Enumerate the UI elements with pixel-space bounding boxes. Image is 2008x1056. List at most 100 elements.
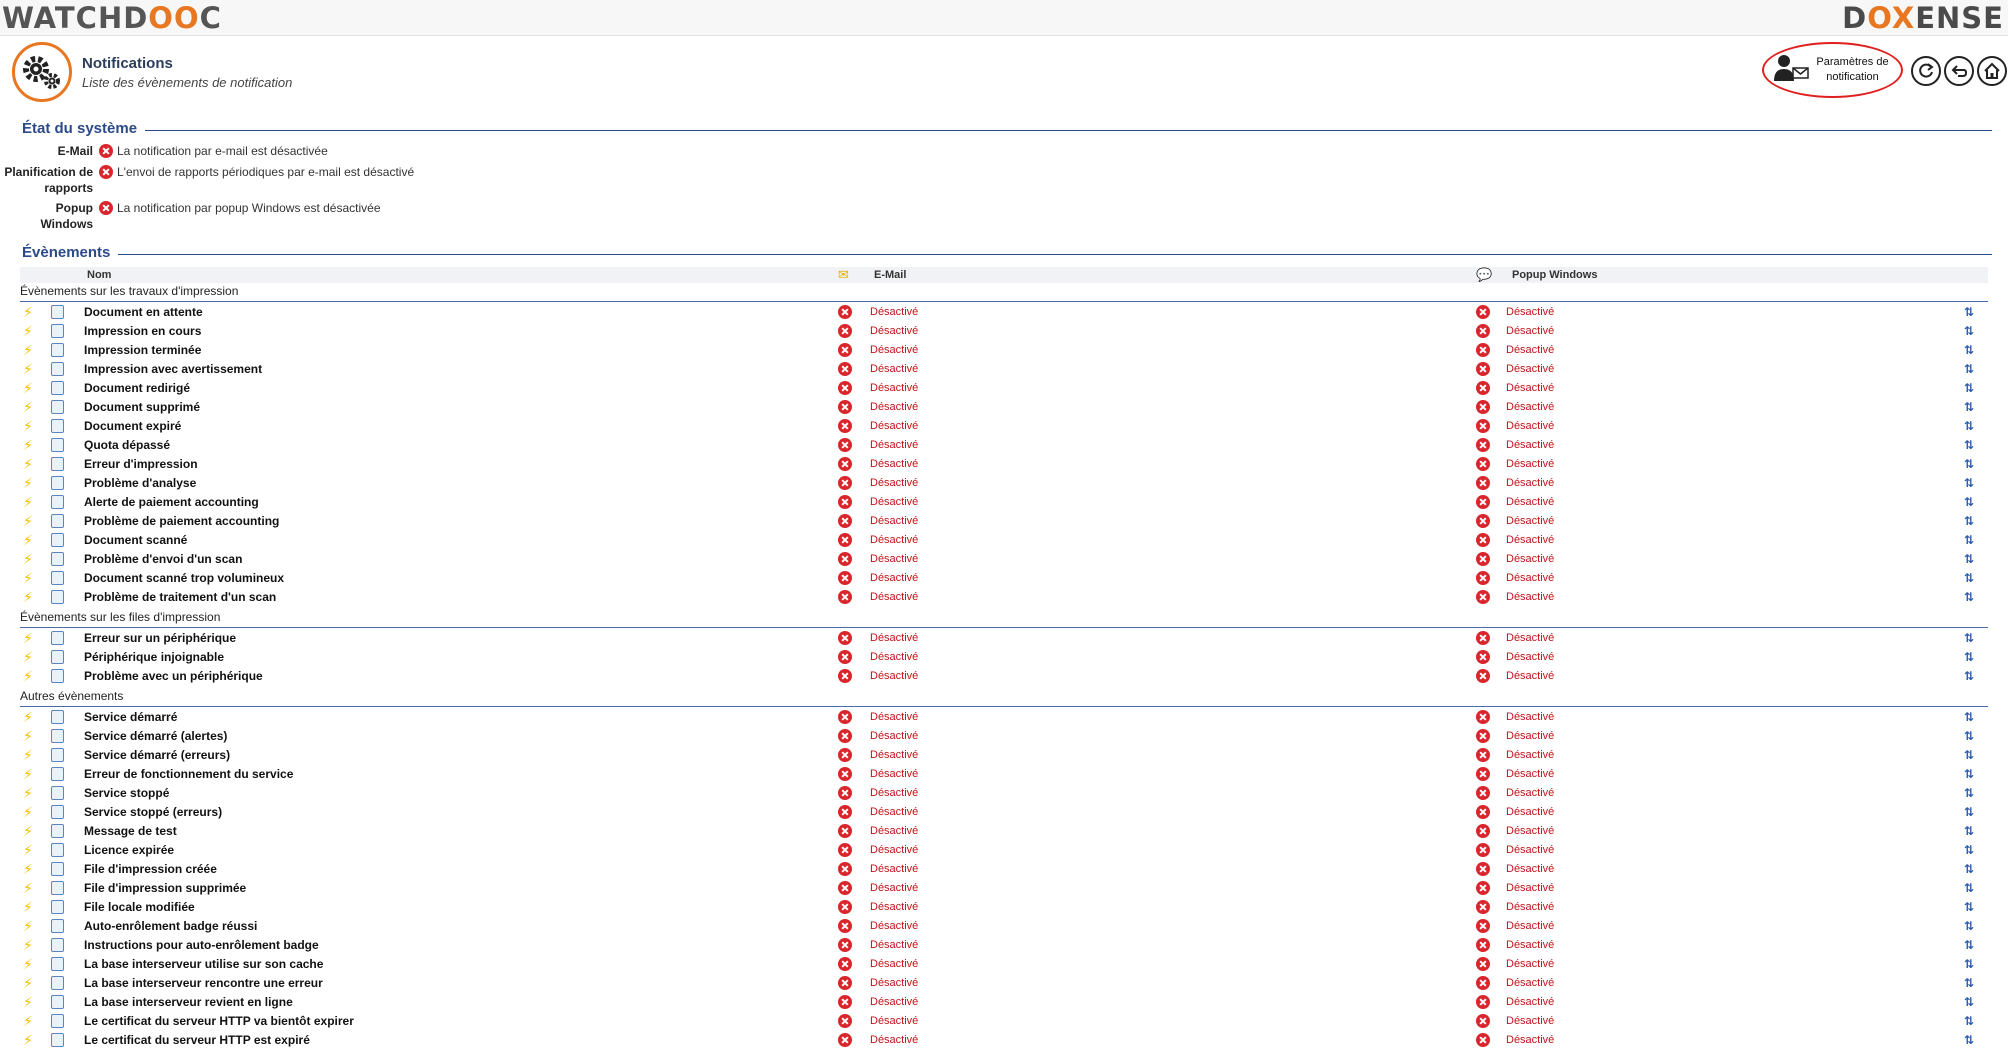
email-status[interactable]: Désactivé — [870, 651, 918, 663]
configure-icon[interactable]: ⇅ — [1964, 552, 1974, 566]
event-name[interactable]: Impression en cours — [84, 324, 201, 338]
email-status[interactable]: Désactivé — [870, 477, 918, 489]
configure-icon[interactable]: ⇅ — [1964, 343, 1974, 357]
configure-icon[interactable]: ⇅ — [1964, 457, 1974, 471]
configure-icon[interactable]: ⇅ — [1964, 729, 1974, 743]
event-name[interactable]: Erreur d'impression — [84, 457, 198, 471]
event-name[interactable]: Instructions pour auto-enrôlement badge — [84, 938, 319, 952]
email-status[interactable]: Désactivé — [870, 825, 918, 837]
popup-status[interactable]: Désactivé — [1506, 958, 1554, 970]
email-status[interactable]: Désactivé — [870, 996, 918, 1008]
event-name[interactable]: La base interserveur rencontre une erreu… — [84, 976, 323, 990]
event-name[interactable]: Document redirigé — [84, 381, 190, 395]
popup-status[interactable]: Désactivé — [1506, 749, 1554, 761]
configure-icon[interactable]: ⇅ — [1964, 650, 1974, 664]
event-row[interactable]: ⚡ Problème d'envoi d'un scan Désactivé Désa… — [20, 550, 1988, 569]
configure-icon[interactable]: ⇅ — [1964, 862, 1974, 876]
configure-icon[interactable]: ⇅ — [1964, 1033, 1974, 1047]
email-status[interactable]: Désactivé — [870, 882, 918, 894]
event-name[interactable]: Problème d'envoi d'un scan — [84, 552, 242, 566]
configure-icon[interactable]: ⇅ — [1964, 957, 1974, 971]
popup-status[interactable]: Désactivé — [1506, 306, 1554, 318]
event-row[interactable]: ⚡ Problème de traitement d'un scan Désacti… — [20, 588, 1988, 607]
email-status[interactable]: Désactivé — [870, 553, 918, 565]
event-row[interactable]: ⚡ Message de test Désactivé Désactivé ⇅ — [20, 822, 1988, 841]
popup-status[interactable]: Désactivé — [1506, 977, 1554, 989]
event-row[interactable]: ⚡ Document expiré Désactivé Désactivé ⇅ — [20, 417, 1988, 436]
event-row[interactable]: ⚡ File d'impression supprimée Désactivé Dés… — [20, 879, 1988, 898]
popup-status[interactable]: Désactivé — [1506, 844, 1554, 856]
popup-status[interactable]: Désactivé — [1506, 901, 1554, 913]
configure-icon[interactable]: ⇅ — [1964, 495, 1974, 509]
event-name[interactable]: Problème avec un périphérique — [84, 669, 263, 683]
popup-status[interactable]: Désactivé — [1506, 534, 1554, 546]
event-row[interactable]: ⚡ Instructions pour auto-enrôlement badge… — [20, 936, 1988, 955]
event-row[interactable]: ⚡ Document redirigé Désactivé Désactivé ⇅ — [20, 379, 1988, 398]
configure-icon[interactable]: ⇅ — [1964, 919, 1974, 933]
event-name[interactable]: Quota dépassé — [84, 438, 170, 452]
configure-icon[interactable]: ⇅ — [1964, 669, 1974, 683]
configure-icon[interactable]: ⇅ — [1964, 710, 1974, 724]
back-button[interactable] — [1944, 56, 1974, 86]
event-row[interactable]: ⚡ Document scanné Désactivé Désactivé ⇅ — [20, 531, 1988, 550]
event-name[interactable]: Service démarré (alertes) — [84, 729, 227, 743]
configure-icon[interactable]: ⇅ — [1964, 767, 1974, 781]
home-button[interactable] — [1977, 56, 2007, 86]
email-status[interactable]: Désactivé — [870, 863, 918, 875]
configure-icon[interactable]: ⇅ — [1964, 476, 1974, 490]
configure-icon[interactable]: ⇅ — [1964, 805, 1974, 819]
event-row[interactable]: ⚡ Problème avec un périphérique Désactivé D… — [20, 667, 1988, 686]
event-name[interactable]: Le certificat du serveur HTTP est expiré — [84, 1033, 310, 1047]
event-row[interactable]: ⚡ Erreur de fonctionnement du service Désa… — [20, 765, 1988, 784]
popup-status[interactable]: Désactivé — [1506, 730, 1554, 742]
event-row[interactable]: ⚡ La base interserveur rencontre une erre… — [20, 974, 1988, 993]
configure-icon[interactable]: ⇅ — [1964, 590, 1974, 604]
event-row[interactable]: ⚡ Problème d'analyse Désactivé Désactivé ⇅ — [20, 474, 1988, 493]
event-name[interactable]: Service stoppé (erreurs) — [84, 805, 222, 819]
email-status[interactable]: Désactivé — [870, 920, 918, 932]
popup-status[interactable]: Désactivé — [1506, 401, 1554, 413]
event-name[interactable]: Document supprimé — [84, 400, 200, 414]
configure-icon[interactable]: ⇅ — [1964, 786, 1974, 800]
event-row[interactable]: ⚡ Service stoppé Désactivé Désactivé ⇅ — [20, 784, 1988, 803]
event-name[interactable]: Problème de traitement d'un scan — [84, 590, 276, 604]
event-name[interactable]: Le certificat du serveur HTTP va bientôt… — [84, 1014, 354, 1028]
popup-status[interactable]: Désactivé — [1506, 572, 1554, 584]
configure-icon[interactable]: ⇅ — [1964, 900, 1974, 914]
event-name[interactable]: Erreur de fonctionnement du service — [84, 767, 293, 781]
event-row[interactable]: ⚡ Document en attente Désactivé Désactivé ⇅ — [20, 303, 1988, 322]
event-name[interactable]: Erreur sur un périphérique — [84, 631, 236, 645]
configure-icon[interactable]: ⇅ — [1964, 362, 1974, 376]
popup-status[interactable]: Désactivé — [1506, 325, 1554, 337]
email-status[interactable]: Désactivé — [870, 806, 918, 818]
event-row[interactable]: ⚡ Document supprimé Désactivé Désactivé ⇅ — [20, 398, 1988, 417]
popup-status[interactable]: Désactivé — [1506, 768, 1554, 780]
email-status[interactable]: Désactivé — [870, 363, 918, 375]
popup-status[interactable]: Désactivé — [1506, 515, 1554, 527]
event-name[interactable]: Service démarré (erreurs) — [84, 748, 230, 762]
email-status[interactable]: Désactivé — [870, 711, 918, 723]
email-status[interactable]: Désactivé — [870, 572, 918, 584]
event-name[interactable]: Message de test — [84, 824, 177, 838]
email-status[interactable]: Désactivé — [870, 977, 918, 989]
event-row[interactable]: ⚡ Le certificat du serveur HTTP va bientô… — [20, 1012, 1988, 1031]
popup-status[interactable]: Désactivé — [1506, 363, 1554, 375]
event-row[interactable]: ⚡ Impression avec avertissement Désactivé D… — [20, 360, 1988, 379]
configure-icon[interactable]: ⇅ — [1964, 533, 1974, 547]
event-name[interactable]: Impression avec avertissement — [84, 362, 262, 376]
popup-status[interactable]: Désactivé — [1506, 806, 1554, 818]
event-row[interactable]: ⚡ File d'impression créée Désactivé Désacti… — [20, 860, 1988, 879]
event-name[interactable]: Problème de paiement accounting — [84, 514, 279, 528]
popup-status[interactable]: Désactivé — [1506, 344, 1554, 356]
event-name[interactable]: Alerte de paiement accounting — [84, 495, 259, 509]
event-name[interactable]: La base interserveur utilise sur son cac… — [84, 957, 323, 971]
email-status[interactable]: Désactivé — [870, 439, 918, 451]
event-row[interactable]: ⚡ Service stoppé (erreurs) Désactivé Désact… — [20, 803, 1988, 822]
event-row[interactable]: ⚡ Licence expirée Désactivé Désactivé ⇅ — [20, 841, 1988, 860]
event-row[interactable]: ⚡ Erreur sur un périphérique Désactivé Désa… — [20, 629, 1988, 648]
email-status[interactable]: Désactivé — [870, 458, 918, 470]
email-status[interactable]: Désactivé — [870, 632, 918, 644]
configure-icon[interactable]: ⇅ — [1964, 938, 1974, 952]
configure-icon[interactable]: ⇅ — [1964, 748, 1974, 762]
event-row[interactable]: ⚡ Auto-enrôlement badge réussi Désactivé Dé… — [20, 917, 1988, 936]
